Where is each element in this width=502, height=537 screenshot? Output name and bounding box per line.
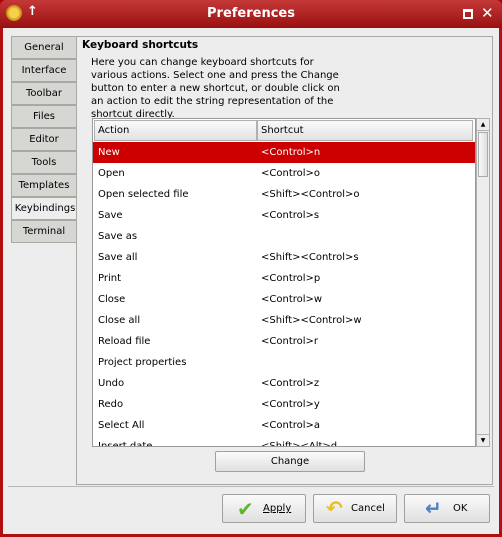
action-cell: Close <box>98 294 126 305</box>
action-cell: Undo <box>98 378 125 389</box>
shortcut-cell: <Control>o <box>261 168 321 179</box>
separator <box>8 486 494 487</box>
change-button[interactable]: Change <box>215 451 365 472</box>
action-cell: Open <box>98 168 125 179</box>
table-row[interactable]: Reload file <Control>r <box>93 331 475 352</box>
table-scrollbar[interactable]: ▲ ▼ <box>476 118 490 447</box>
shortcut-cell: <Control>w <box>261 294 323 305</box>
checkmark-icon: ✔ <box>237 497 254 521</box>
shortcut-cell: <Shift><Control>o <box>261 189 360 200</box>
scrollbar-thumb[interactable] <box>478 132 488 177</box>
enter-arrow-icon: ↵ <box>425 496 442 520</box>
apply-button[interactable]: ✔ Apply <box>222 494 306 523</box>
dialog-body: General Interface Toolbar Files Editor Tools T… <box>3 28 499 534</box>
shortcut-cell: <Shift><Control>w <box>261 315 362 326</box>
table-row[interactable]: Save <Control>s <box>93 205 475 226</box>
window-title: Preferences <box>207 6 295 21</box>
shortcut-cell: <Control>z <box>261 378 320 389</box>
ok-button[interactable]: ↵ OK <box>404 494 490 523</box>
table-row[interactable]: Select All <Control>a <box>93 415 475 436</box>
table-row[interactable]: Save all <Shift><Control>s <box>93 247 475 268</box>
shortcut-cell: <Control>s <box>261 210 320 221</box>
table-row[interactable]: Save as <box>93 226 475 247</box>
tab-templates[interactable]: Templates <box>11 174 77 197</box>
tab-interface[interactable]: Interface <box>11 59 77 82</box>
tab-editor[interactable]: Editor <box>11 128 77 151</box>
scroll-up-icon[interactable]: ▲ <box>477 119 489 131</box>
tab-general[interactable]: General <box>11 36 77 59</box>
shortcut-cell: <Control>y <box>261 399 320 410</box>
shortcut-cell: <Shift><Alt>d <box>261 441 338 447</box>
action-cell: Project properties <box>98 357 187 368</box>
action-cell: Reload file <box>98 336 151 347</box>
action-cell: New <box>98 147 120 158</box>
action-cell: Save all <box>98 252 138 263</box>
table-row[interactable]: Print <Control>p <box>93 268 475 289</box>
shortcuts-table: Action Shortcut New <Control>n Open <Contro… <box>92 118 476 447</box>
section-description: Here you can change keyboard shortcuts f… <box>91 57 340 120</box>
table-row[interactable]: Open selected file <Shift><Control>o <box>93 184 475 205</box>
action-cell: Save as <box>98 231 138 242</box>
table-row[interactable]: Close <Control>w <box>93 289 475 310</box>
table-row[interactable]: Insert date <Shift><Alt>d <box>93 436 475 447</box>
undo-arrow-icon: ↶ <box>326 496 343 520</box>
tab-terminal[interactable]: Terminal <box>11 220 77 243</box>
shortcut-cell: <Control>r <box>261 336 319 347</box>
shortcut-cell: <Shift><Control>s <box>261 252 359 263</box>
action-cell: Redo <box>98 399 124 410</box>
title-bar[interactable]: ↑ Preferences ✕ <box>0 0 502 28</box>
action-cell: Select All <box>98 420 145 431</box>
action-cell: Close all <box>98 315 141 326</box>
table-row[interactable]: Project properties <box>93 352 475 373</box>
table-row[interactable]: Redo <Control>y <box>93 394 475 415</box>
close-icon[interactable]: ✕ <box>481 4 494 22</box>
scroll-down-icon[interactable]: ▼ <box>477 434 489 446</box>
tab-tools[interactable]: Tools <box>11 151 77 174</box>
section-title: Keyboard shortcuts <box>82 39 199 51</box>
action-cell: Open selected file <box>98 189 189 200</box>
shortcut-cell: <Control>a <box>261 420 321 431</box>
preferences-window: ↑ Preferences ✕ General Interface Toolbar F… <box>0 0 502 537</box>
table-row[interactable]: Open <Control>o <box>93 163 475 184</box>
column-header-action[interactable]: Action <box>94 120 257 141</box>
tab-files[interactable]: Files <box>11 105 77 128</box>
table-row[interactable]: New <Control>n <box>93 142 475 163</box>
shortcut-cell: <Control>n <box>261 147 321 158</box>
action-cell: Insert date <box>98 441 153 447</box>
cancel-button[interactable]: ↶ Cancel <box>313 494 397 523</box>
action-cell: Print <box>98 273 122 284</box>
maximize-icon[interactable] <box>463 9 473 19</box>
tab-toolbar[interactable]: Toolbar <box>11 82 77 105</box>
shortcut-cell: <Control>p <box>261 273 321 284</box>
table-row[interactable]: Undo <Control>z <box>93 373 475 394</box>
tab-keybindings[interactable]: Keybindings <box>11 197 78 220</box>
table-row[interactable]: Close all <Shift><Control>w <box>93 310 475 331</box>
column-header-shortcut[interactable]: Shortcut <box>257 120 473 141</box>
action-cell: Save <box>98 210 123 221</box>
